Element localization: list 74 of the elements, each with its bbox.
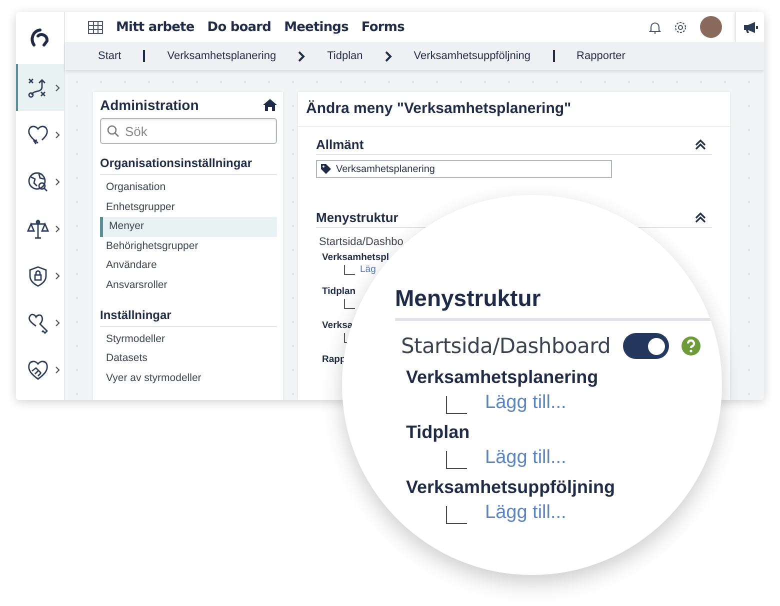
breadcrumb-link[interactable]: Rapporter <box>576 50 626 62</box>
megaphone-icon <box>742 20 758 34</box>
menu-item[interactable]: Menyer <box>100 217 277 237</box>
heart-key-icon <box>26 312 48 334</box>
tree-connector <box>446 451 467 469</box>
breadcrumb-link[interactable]: Verksamhetsplanering <box>167 50 276 62</box>
nav-link[interactable]: Forms <box>361 20 404 34</box>
home-icon[interactable] <box>263 99 277 111</box>
nav-link[interactable]: Meetings <box>284 20 348 34</box>
tree-item-label: Verksa <box>322 320 354 331</box>
separator-bar-icon <box>552 50 555 62</box>
tree-root-label: Startsida/Dashboard <box>401 334 611 358</box>
tree-connector <box>446 396 467 414</box>
bell-icon[interactable] <box>649 20 661 34</box>
chevron-right-icon <box>54 318 60 326</box>
chevron-right-icon <box>54 130 60 138</box>
toggle-switch[interactable] <box>622 333 669 359</box>
menu-item[interactable]: Användare <box>100 256 277 276</box>
tree-root-label: Startsida/Dashbo <box>319 236 404 248</box>
panel-title: Administration <box>100 97 199 113</box>
section-heading: Inställningar <box>100 306 277 327</box>
add-link[interactable]: Lägg till... <box>485 502 566 524</box>
heart-handshake-icon <box>26 358 48 380</box>
menu-item[interactable]: Behörighetsgrupper <box>100 236 277 256</box>
breadcrumb-link[interactable]: Tidplan <box>327 50 363 62</box>
logo-icon <box>29 27 51 49</box>
menu-item[interactable]: Styrmodeller <box>100 330 277 350</box>
avatar[interactable] <box>700 16 722 38</box>
chevron-right-icon <box>54 178 60 186</box>
collapse-icon[interactable] <box>695 212 706 223</box>
collapse-icon[interactable] <box>695 139 706 150</box>
panel-title: Ändra meny "Verksamhetsplanering" <box>298 92 730 127</box>
tree-item-label: Verksamhetsplanering <box>406 367 600 388</box>
chevron-right-icon <box>54 366 60 374</box>
breadcrumb-link[interactable]: Verksamhetsuppföljning <box>414 50 531 62</box>
menu-item[interactable]: Enhetsgrupper <box>100 198 277 218</box>
section-heading: Organisationsinställningar <box>100 154 277 175</box>
menu-item[interactable]: Datasets <box>100 349 277 369</box>
add-link[interactable]: Lägg till... <box>485 447 566 469</box>
nav-link[interactable]: Do board <box>207 20 272 34</box>
chevron-right-icon <box>54 272 60 280</box>
menu-item[interactable]: Organisation <box>100 178 277 198</box>
search-field[interactable]: Sök <box>100 118 277 144</box>
menu-item[interactable]: Ansvarsroller <box>100 276 277 296</box>
tree-item-label: Tidplan <box>406 422 471 443</box>
field-value: Verksamhetsplanering <box>336 164 435 174</box>
tree-item-label: Verksamhetspl <box>322 252 390 263</box>
settings-icon[interactable] <box>674 20 687 34</box>
section-heading: Allmänt <box>316 137 364 152</box>
scales-icon <box>26 218 48 240</box>
tag-icon <box>321 164 331 174</box>
tree-item-label: Verksamhetsuppföljning <box>406 477 616 498</box>
tree-item-label: Tidplan <box>322 286 357 297</box>
sidebar-item[interactable] <box>16 64 64 111</box>
shield-lock-icon <box>26 264 48 286</box>
section-heading: Menystruktur <box>316 210 398 225</box>
chevron-right-icon <box>54 224 60 232</box>
add-link[interactable]: Läg <box>360 264 376 275</box>
breadcrumb-link[interactable]: Start <box>98 50 122 62</box>
grid-icon[interactable] <box>88 20 103 34</box>
route-icon <box>26 76 48 98</box>
chevron-right-icon <box>384 50 392 62</box>
name-field[interactable]: Verksamhetsplanering <box>316 160 612 178</box>
separator-bar-icon <box>143 50 146 62</box>
help-icon[interactable] <box>680 336 701 356</box>
heart-icon <box>26 124 48 146</box>
globe-search-icon <box>26 170 48 192</box>
nav-link[interactable]: Mitt arbete <box>116 20 194 34</box>
add-link[interactable]: Lägg till... <box>485 392 566 414</box>
menu-item[interactable]: Vyer av styrmodeller <box>100 368 277 388</box>
section-heading: Menystruktur <box>395 285 715 321</box>
tree-connector <box>446 506 467 524</box>
chevron-right-icon <box>298 50 306 62</box>
chevron-right-icon <box>54 84 60 92</box>
